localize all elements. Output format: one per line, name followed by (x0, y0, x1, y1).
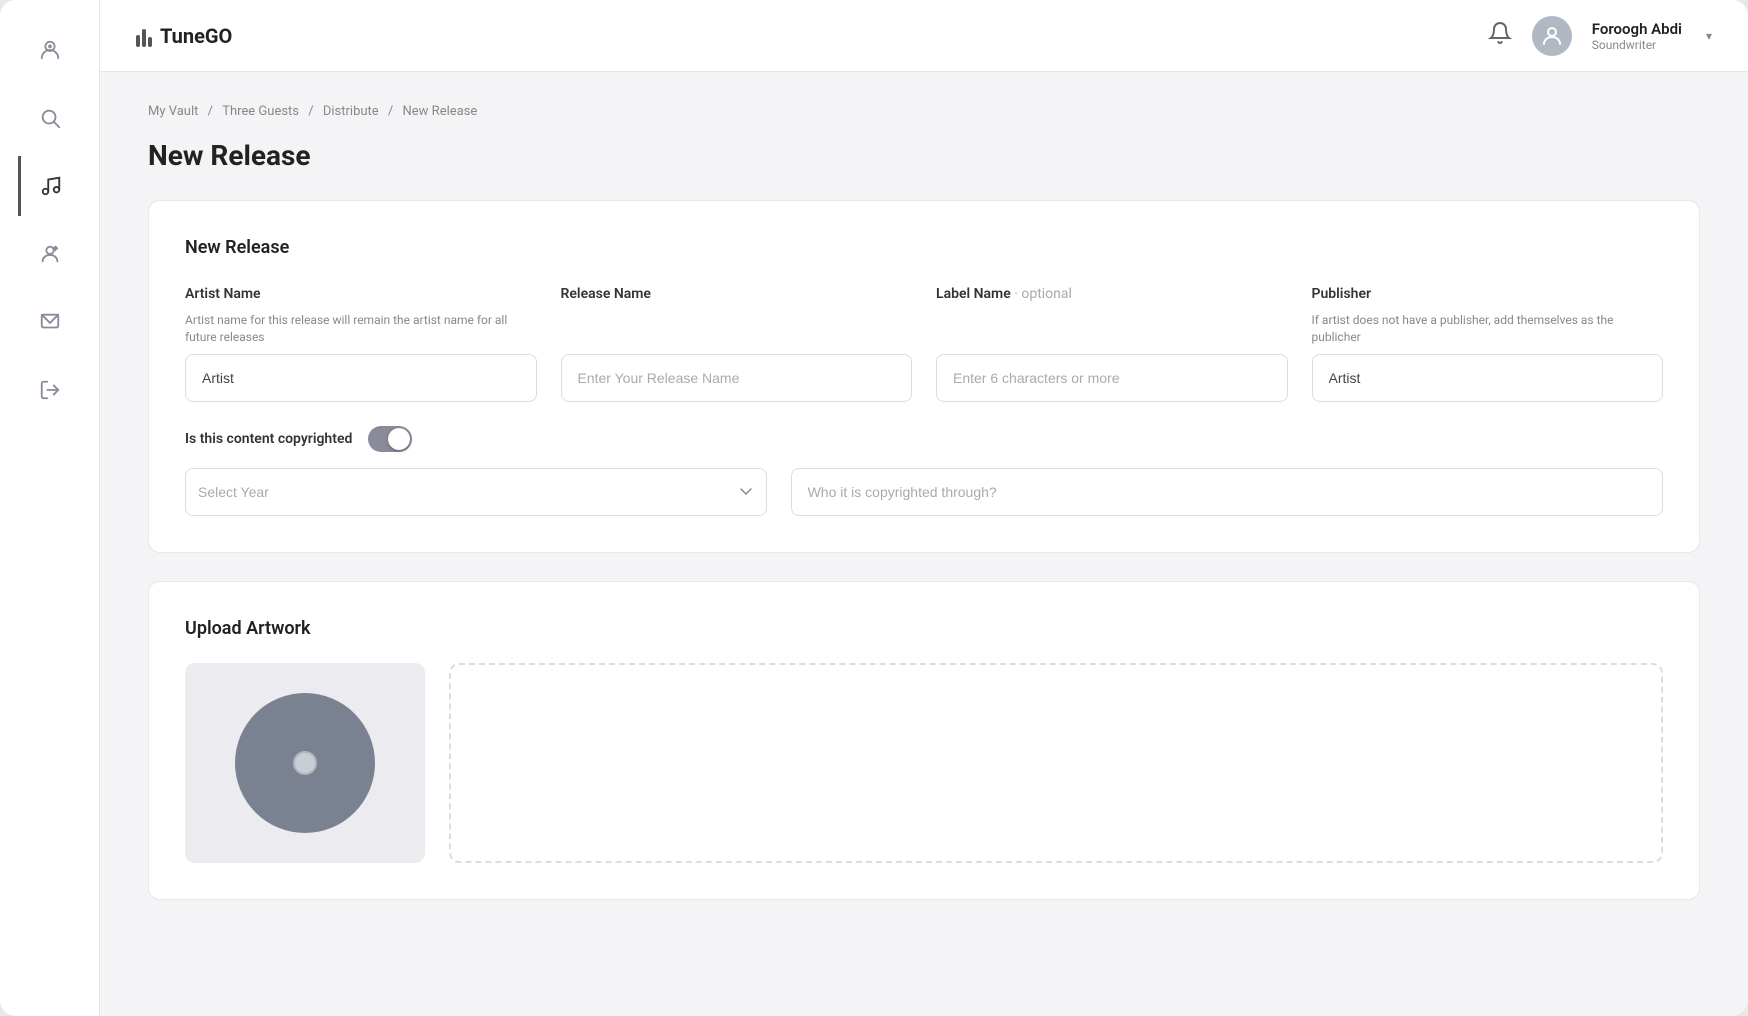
publisher-input[interactable] (1312, 354, 1664, 402)
user-role: Soundwriter (1592, 38, 1656, 52)
content-area: My Vault / Three Guests / Distribute / N… (100, 72, 1748, 1016)
upload-artwork-card: Upload Artwork (148, 581, 1700, 900)
main-area: TuneGO Foroogh Abdi Soundwriter ▾ (100, 0, 1748, 1016)
copyright-toggle[interactable] (368, 426, 412, 452)
artist-name-sublabel: Artist name for this release will remain… (185, 312, 537, 346)
toggle-knob (388, 428, 410, 450)
breadcrumb-part-2[interactable]: Three Guests (222, 104, 299, 119)
copyright-who-input[interactable] (791, 468, 1663, 516)
upload-artwork-title: Upload Artwork (185, 618, 1663, 639)
sidebar-item-artist[interactable] (20, 224, 80, 284)
label-name-optional: · optional (1014, 286, 1072, 302)
artwork-area (185, 663, 1663, 863)
sidebar-item-music[interactable] (18, 156, 78, 216)
new-release-card: New Release Artist Name Artist name for … (148, 200, 1700, 553)
logo-bar-2 (142, 29, 146, 47)
sidebar-item-search[interactable] (20, 88, 80, 148)
breadcrumb-part-3[interactable]: Distribute (323, 104, 379, 119)
copyright-who-group (791, 468, 1663, 516)
copyright-label: Is this content copyrighted (185, 431, 352, 447)
label-name-input[interactable] (936, 354, 1288, 402)
release-name-input[interactable] (561, 354, 913, 402)
vinyl-record (235, 693, 375, 833)
sidebar (0, 0, 100, 1016)
breadcrumb-part-4: New Release (403, 104, 478, 119)
topnav-right: Foroogh Abdi Soundwriter ▾ (1488, 16, 1712, 56)
breadcrumb-sep-3: / (388, 104, 397, 119)
publisher-group: Publisher If artist does not have a publ… (1312, 286, 1664, 402)
user-name: Foroogh Abdi (1592, 20, 1682, 38)
release-name-group: Release Name (561, 286, 913, 402)
vinyl-center (293, 751, 317, 775)
publisher-label: Publisher (1312, 286, 1664, 302)
sidebar-item-logout[interactable] (20, 360, 80, 420)
logo-bar-1 (136, 35, 140, 47)
logo-text: TuneGO (160, 24, 232, 48)
breadcrumb-part-1[interactable]: My Vault (148, 104, 198, 119)
copyright-fields-row: Select Year 2024 2023 2022 2021 2020 (185, 468, 1663, 516)
copyright-label-row: Is this content copyrighted (185, 426, 1663, 452)
sidebar-item-messages[interactable] (20, 292, 80, 352)
topnav: TuneGO Foroogh Abdi Soundwriter ▾ (100, 0, 1748, 72)
breadcrumb: My Vault / Three Guests / Distribute / N… (148, 104, 1700, 119)
label-name-label: Label Name · optional (936, 286, 1288, 302)
page-title: New Release (148, 139, 1700, 172)
artist-name-input[interactable] (185, 354, 537, 402)
artist-name-group: Artist Name Artist name for this release… (185, 286, 537, 402)
release-name-label: Release Name (561, 286, 913, 302)
publisher-sublabel: If artist does not have a publisher, add… (1312, 312, 1664, 346)
logo-bar-3 (148, 37, 152, 47)
artist-name-label: Artist Name (185, 286, 537, 302)
select-year-input[interactable]: Select Year 2024 2023 2022 2021 2020 (185, 468, 767, 516)
form-row-1: Artist Name Artist name for this release… (185, 286, 1663, 402)
breadcrumb-sep-2: / (308, 104, 317, 119)
artwork-upload-area[interactable] (449, 663, 1663, 863)
logo-icon (136, 25, 152, 47)
logo: TuneGO (136, 24, 232, 48)
sidebar-item-badge[interactable] (20, 20, 80, 80)
breadcrumb-sep-1: / (208, 104, 217, 119)
avatar (1532, 16, 1572, 56)
copyright-row: Is this content copyrighted Select Year … (185, 426, 1663, 516)
bell-icon[interactable] (1488, 21, 1512, 51)
artwork-thumbnail (185, 663, 425, 863)
user-info: Foroogh Abdi Soundwriter (1592, 20, 1682, 52)
new-release-card-title: New Release (185, 237, 1663, 258)
user-dropdown-arrow[interactable]: ▾ (1706, 29, 1712, 43)
label-name-group: Label Name · optional (936, 286, 1288, 402)
select-year-wrapper: Select Year 2024 2023 2022 2021 2020 (185, 468, 767, 516)
